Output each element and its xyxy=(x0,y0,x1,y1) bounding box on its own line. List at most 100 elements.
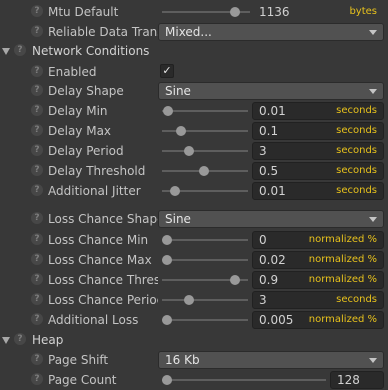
mtu-default-label: Mtu Default xyxy=(48,5,119,19)
help-icon[interactable]: ? xyxy=(14,333,26,345)
help-icon[interactable]: ? xyxy=(31,184,43,196)
help-icon[interactable]: ? xyxy=(31,212,43,224)
help-icon[interactable]: ? xyxy=(31,65,43,77)
page-shift-dropdown[interactable]: 16 Kb xyxy=(158,351,384,369)
loss-chance-max-slider-thumb[interactable] xyxy=(162,255,172,265)
additional-loss-row: ? Additional Loss 0.005 normalized % xyxy=(0,310,388,330)
mtu-default-field[interactable]: 1136 bytes xyxy=(252,3,384,21)
loss-chance-threshold-slider-thumb[interactable] xyxy=(230,275,241,285)
help-icon[interactable]: ? xyxy=(31,124,43,136)
enabled-checkbox[interactable]: ✓ xyxy=(160,64,174,78)
heap-title: Heap xyxy=(32,333,64,347)
loss-chance-min-slider-thumb[interactable] xyxy=(162,235,172,245)
delay-max-row: ? Delay Max 0.1 seconds xyxy=(0,121,388,141)
delay-max-unit: seconds xyxy=(336,125,377,136)
delay-period-value: 3 xyxy=(259,144,267,158)
heap-foldout[interactable]: ? Heap xyxy=(0,330,388,350)
enabled-row: ? Enabled ✓ xyxy=(0,62,388,82)
help-icon[interactable]: ? xyxy=(14,44,26,56)
loss-chance-period-field[interactable]: 3 seconds xyxy=(252,291,384,309)
help-icon[interactable]: ? xyxy=(31,25,43,37)
delay-min-value: 0.01 xyxy=(259,104,286,118)
network-conditions-title: Network Conditions xyxy=(32,44,150,58)
loss-chance-period-row: ? Loss Chance Perioc 3 seconds xyxy=(0,290,388,310)
additional-jitter-value: 0.01 xyxy=(259,184,286,198)
loss-chance-max-label: Loss Chance Max xyxy=(48,253,152,267)
additional-loss-value: 0.005 xyxy=(259,313,294,327)
additional-jitter-field[interactable]: 0.01 seconds xyxy=(252,182,384,200)
delay-min-slider-thumb[interactable] xyxy=(162,106,173,116)
help-icon[interactable]: ? xyxy=(31,373,43,385)
loss-chance-min-value: 0 xyxy=(259,233,267,247)
loss-chance-max-field[interactable]: 0.02 normalized % xyxy=(252,251,384,269)
delay-threshold-slider-thumb[interactable] xyxy=(199,166,210,176)
reliable-data-transport-value: Mixed... xyxy=(165,25,212,39)
delay-period-row: ? Delay Period 3 seconds xyxy=(0,141,388,161)
page-count-slider-track[interactable] xyxy=(162,379,326,381)
loss-chance-period-value: 3 xyxy=(259,293,267,307)
chevron-down-icon xyxy=(369,30,377,35)
additional-loss-unit: normalized % xyxy=(308,314,377,325)
help-icon[interactable]: ? xyxy=(31,5,43,17)
loss-chance-max-unit: normalized % xyxy=(308,254,377,265)
loss-chance-threshold-label: Loss Chance Thres xyxy=(48,273,158,287)
page-count-field[interactable]: 128 xyxy=(330,371,384,389)
help-icon[interactable]: ? xyxy=(31,144,43,156)
network-conditions-foldout[interactable]: ? Network Conditions xyxy=(0,41,388,61)
delay-threshold-row: ? Delay Threshold 0.5 seconds xyxy=(0,161,388,181)
additional-jitter-unit: seconds xyxy=(336,185,377,196)
page-count-slider-thumb[interactable] xyxy=(162,375,172,385)
loss-chance-min-slider-track[interactable] xyxy=(162,239,248,241)
help-icon[interactable]: ? xyxy=(31,104,43,116)
help-icon[interactable]: ? xyxy=(31,253,43,265)
delay-period-field[interactable]: 3 seconds xyxy=(252,142,384,160)
mtu-default-slider-thumb[interactable] xyxy=(229,7,240,17)
loss-chance-threshold-field[interactable]: 0.9 normalized % xyxy=(252,271,384,289)
additional-loss-field[interactable]: 0.005 normalized % xyxy=(252,311,384,329)
loss-chance-max-value: 0.02 xyxy=(259,253,286,267)
delay-min-slider-track[interactable] xyxy=(162,110,248,112)
chevron-down-icon xyxy=(369,358,377,363)
help-icon[interactable]: ? xyxy=(31,273,43,285)
reliable-data-transport-dropdown[interactable]: Mixed... xyxy=(158,23,384,41)
loss-chance-period-slider-thumb[interactable] xyxy=(184,295,195,305)
help-icon[interactable]: ? xyxy=(31,293,43,305)
help-icon[interactable]: ? xyxy=(31,164,43,176)
enabled-label: Enabled xyxy=(48,65,97,79)
additional-loss-slider-thumb[interactable] xyxy=(162,315,172,325)
loss-chance-max-slider-track[interactable] xyxy=(162,259,248,261)
delay-shape-dropdown[interactable]: Sine xyxy=(158,82,384,100)
loss-chance-threshold-row: ? Loss Chance Thres 0.9 normalized % xyxy=(0,270,388,290)
reliable-data-transport-label: Reliable Data Trans xyxy=(48,25,158,39)
delay-min-field[interactable]: 0.01 seconds xyxy=(252,102,384,120)
help-icon[interactable]: ? xyxy=(31,84,43,96)
delay-threshold-field[interactable]: 0.5 seconds xyxy=(252,162,384,180)
loss-chance-min-unit: normalized % xyxy=(308,234,377,245)
chevron-down-icon xyxy=(369,89,377,94)
delay-min-row: ? Delay Min 0.01 seconds xyxy=(0,101,388,121)
loss-chance-shape-dropdown[interactable]: Sine xyxy=(158,210,384,228)
foldout-arrow-icon[interactable] xyxy=(2,48,10,55)
mtu-default-row: ? Mtu Default 1136 bytes xyxy=(0,2,388,22)
additional-loss-label: Additional Loss xyxy=(48,313,139,327)
mtu-default-unit: bytes xyxy=(349,6,377,17)
loss-chance-period-label: Loss Chance Perioc xyxy=(48,293,158,307)
help-icon[interactable]: ? xyxy=(31,313,43,325)
help-icon[interactable]: ? xyxy=(31,353,43,365)
foldout-arrow-icon[interactable] xyxy=(2,337,10,344)
delay-period-slider-track[interactable] xyxy=(162,150,248,152)
additional-jitter-slider-thumb[interactable] xyxy=(169,186,180,196)
additional-loss-slider-track[interactable] xyxy=(162,319,248,321)
delay-max-slider-track[interactable] xyxy=(162,130,248,132)
delay-period-slider-thumb[interactable] xyxy=(184,146,195,156)
page-count-value: 128 xyxy=(337,373,360,387)
loss-chance-shape-row: ? Loss Chance Shape Sine xyxy=(0,209,388,229)
loss-chance-min-row: ? Loss Chance Min 0 normalized % xyxy=(0,230,388,250)
delay-max-field[interactable]: 0.1 seconds xyxy=(252,122,384,140)
loss-chance-shape-label: Loss Chance Shape xyxy=(48,212,158,226)
loss-chance-period-slider-track[interactable] xyxy=(162,299,248,301)
delay-max-slider-thumb[interactable] xyxy=(176,126,187,136)
delay-shape-row: ? Delay Shape Sine xyxy=(0,81,388,101)
help-icon[interactable]: ? xyxy=(31,233,43,245)
loss-chance-min-field[interactable]: 0 normalized % xyxy=(252,231,384,249)
